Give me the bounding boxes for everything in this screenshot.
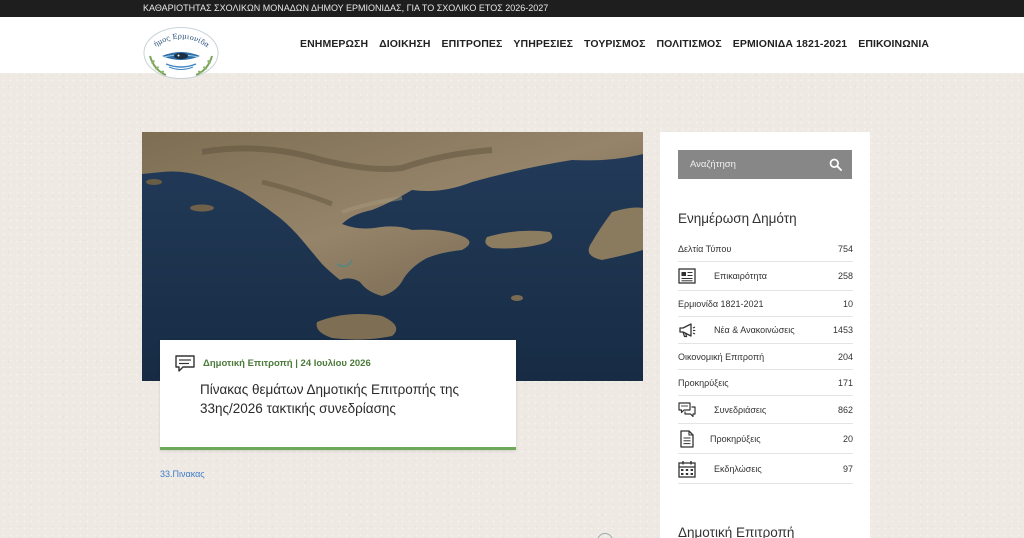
calendar-icon xyxy=(678,460,696,478)
search-input[interactable]: Αναζήτηση xyxy=(678,150,852,179)
category-item[interactable]: Εκδηλώσεις 97 xyxy=(678,454,853,484)
category-count: 862 xyxy=(837,404,853,415)
nav-item-ypiresies[interactable]: ΥΠΗΡΕΣΙΕΣ xyxy=(513,38,573,52)
category-name: Ερμιονίδα 1821-2021 xyxy=(678,298,764,309)
category-name: Συνεδριάσεις xyxy=(714,404,767,415)
nav-item-tourismos[interactable]: ΤΟΥΡΙΣΜΟΣ xyxy=(584,38,645,52)
category-item[interactable]: Ερμιονίδα 1821-2021 10 xyxy=(678,291,853,317)
category-count: 97 xyxy=(842,463,853,474)
meta-separator: | xyxy=(292,358,301,369)
top-announcement-bar[interactable]: ΚΑΘΑΡΙΟΤΗΤΑΣ ΣΧΟΛΙΚΩΝ ΜΟΝΑΔΩΝ ΔΗΜΟΥ ΕΡΜΙ… xyxy=(0,0,1024,17)
category-name: Προκηρύξεις xyxy=(678,377,729,388)
category-list: Δελτία Τύπου 754 Επικαιρότητα 258 Ερμιον… xyxy=(678,236,853,484)
post-meta: Δημοτική Επιτροπή | 24 Ιουλίου 2026 xyxy=(203,358,371,369)
category-count: 754 xyxy=(837,243,853,254)
search-placeholder: Αναζήτηση xyxy=(690,159,736,170)
category-count: 1453 xyxy=(832,325,853,335)
search-icon[interactable] xyxy=(829,158,842,171)
municipality-logo[interactable]: Δήμος Ερμιονίδας xyxy=(142,26,220,80)
category-count: 171 xyxy=(837,377,853,388)
category-count: 20 xyxy=(842,433,853,444)
megaphone-icon xyxy=(679,323,696,338)
category-item[interactable]: Προκηρύξεις 20 xyxy=(678,424,853,454)
category-name: Προκηρύξεις xyxy=(710,433,761,444)
post-category-link[interactable]: Δημοτική Επιτροπή xyxy=(203,358,293,369)
sidebar-next-heading: Δημοτική Επιτροπή xyxy=(678,525,795,538)
decorative-circle xyxy=(597,533,613,538)
category-name: Οικονομική Επιτροπή xyxy=(678,351,765,362)
category-count: 204 xyxy=(837,351,853,362)
attachment-link[interactable]: 33.Πινακας xyxy=(160,469,205,479)
document-icon xyxy=(680,429,694,448)
post-card: Δημοτική Επιτροπή | 24 Ιουλίου 2026 Πίνα… xyxy=(160,340,516,450)
category-item[interactable]: Προκηρύξεις 171 xyxy=(678,370,853,396)
newspaper-icon xyxy=(678,268,696,284)
category-name: Δελτία Τύπου xyxy=(678,243,732,254)
category-item[interactable]: Οικονομική Επιτροπή 204 xyxy=(678,344,853,370)
nav-item-epitropes[interactable]: ΕΠΙΤΡΟΠΕΣ xyxy=(442,38,503,52)
category-item[interactable]: Επικαιρότητα 258 xyxy=(678,262,853,291)
post-title-link[interactable]: Πίνακας θεμάτων Δημοτικής Επιτροπής της … xyxy=(200,380,500,418)
nav-item-politismos[interactable]: ΠΟΛΙΤΙΣΜΟΣ xyxy=(656,38,721,52)
chat-bubbles-icon xyxy=(678,401,696,417)
main-navigation: ΕΝΗΜΕΡΩΣΗ ΔΙΟΙΚΗΣΗ ΕΠΙΤΡΟΠΕΣ ΥΠΗΡΕΣΙΕΣ Τ… xyxy=(300,38,929,52)
nav-item-epikoinonia[interactable]: ΕΠΙΚΟΙΝΩΝΙΑ xyxy=(858,38,929,52)
category-item[interactable]: Νέα & Ανακοινώσεις 1453 xyxy=(678,317,853,344)
category-name: Εκδηλώσεις xyxy=(714,463,762,474)
category-count: 258 xyxy=(837,271,853,281)
nav-item-ermionida-1821[interactable]: ΕΡΜΙΟΝΙΔΑ 1821-2021 xyxy=(733,38,848,52)
post-date[interactable]: 24 Ιουλίου 2026 xyxy=(301,358,371,369)
category-name: Επικαιρότητα xyxy=(714,271,767,281)
nav-item-dioikisi[interactable]: ΔΙΟΙΚΗΣΗ xyxy=(379,38,430,52)
chat-bubble-icon xyxy=(175,355,195,372)
nav-item-enimerosi[interactable]: ΕΝΗΜΕΡΩΣΗ xyxy=(300,38,368,52)
sidebar-heading: Ενημέρωση Δημότη xyxy=(678,211,797,226)
category-item[interactable]: Συνεδριάσεις 862 xyxy=(678,396,853,424)
category-name: Νέα & Ανακοινώσεις xyxy=(714,325,795,335)
top-announcement-text[interactable]: ΚΑΘΑΡΙΟΤΗΤΑΣ ΣΧΟΛΙΚΩΝ ΜΟΝΑΔΩΝ ΔΗΜΟΥ ΕΡΜΙ… xyxy=(143,3,548,13)
category-count: 10 xyxy=(842,298,853,309)
sidebar: Αναζήτηση Ενημέρωση Δημότη Δελτία Τύπου … xyxy=(660,132,870,538)
category-item[interactable]: Δελτία Τύπου 754 xyxy=(678,236,853,262)
